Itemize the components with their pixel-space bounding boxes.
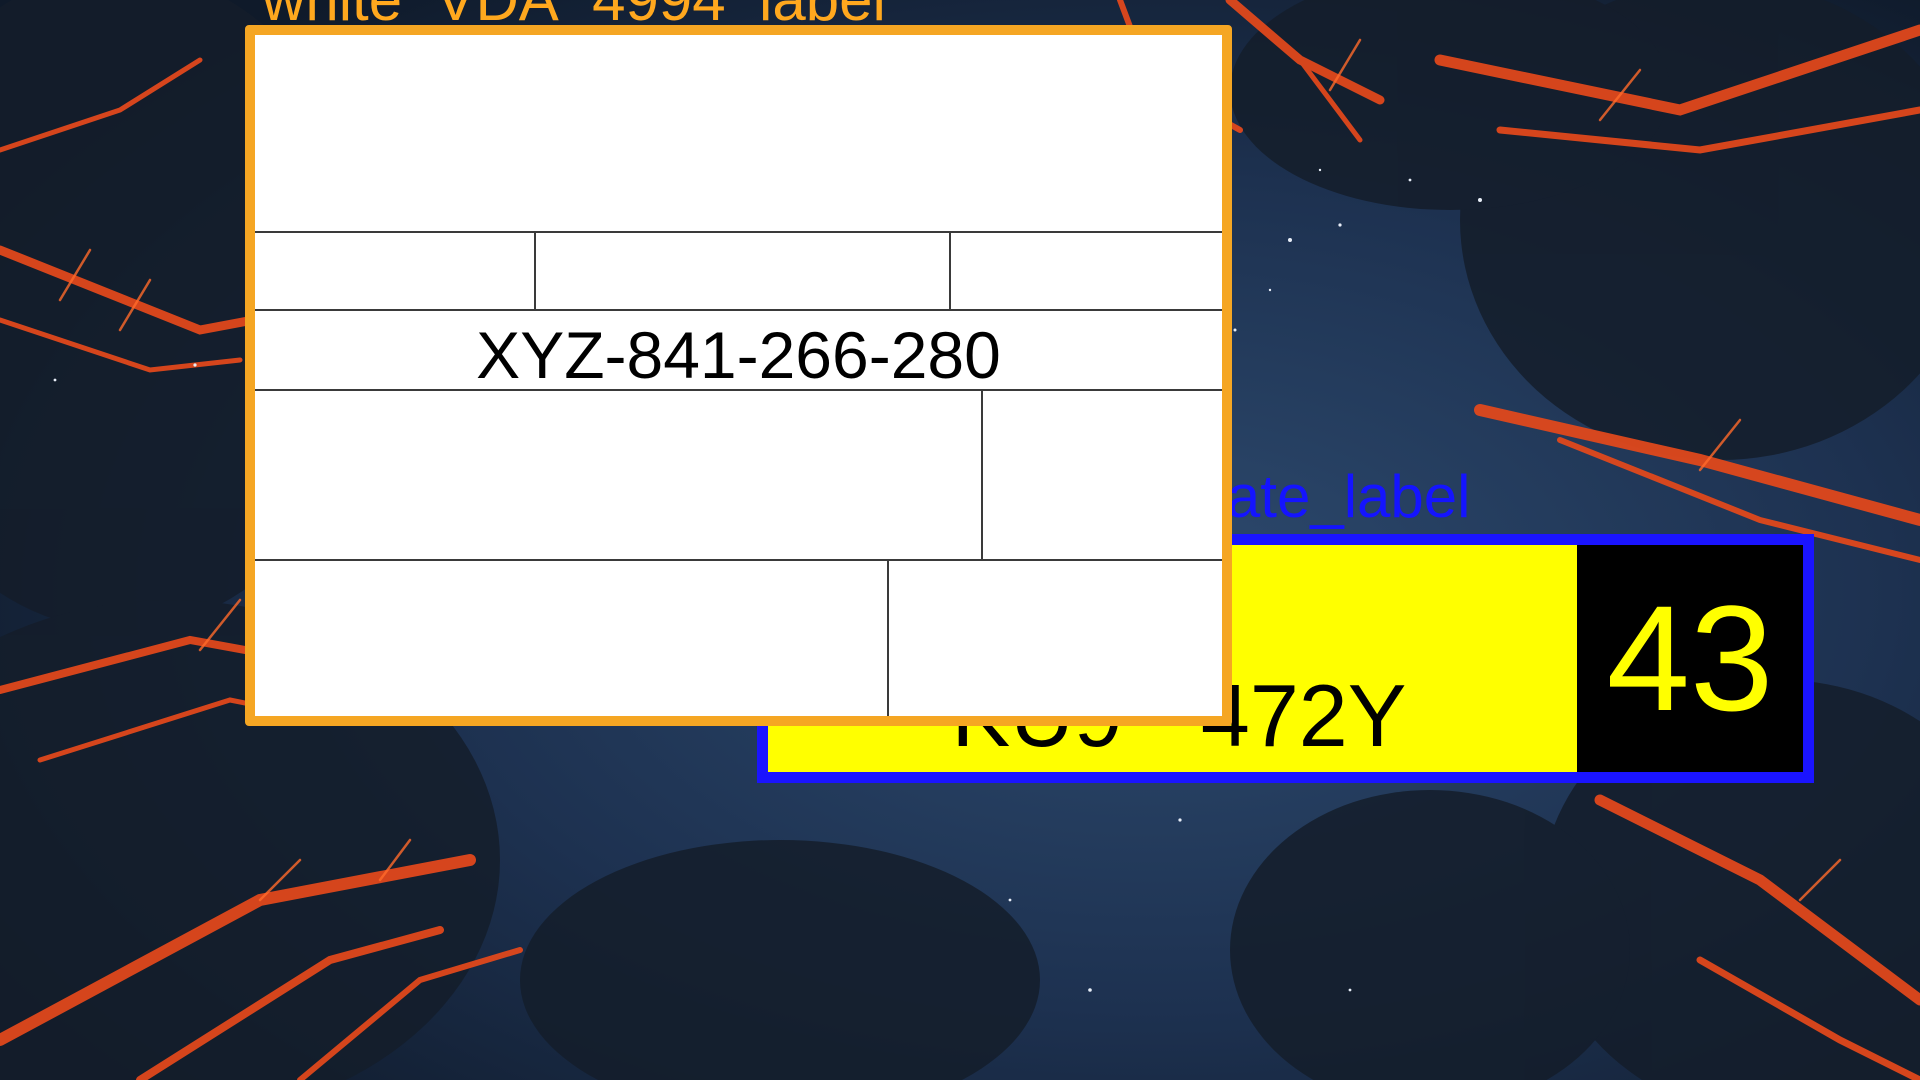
label-divider [949, 231, 951, 309]
label-divider [534, 231, 536, 309]
label-divider [981, 389, 983, 559]
label-code: XYZ-841-266-280 [476, 318, 1001, 392]
label-divider [255, 231, 1222, 233]
label-divider [255, 559, 1222, 561]
white-vda-label: XYZ-841-266-280 [245, 25, 1232, 726]
plate-number: 43 [1577, 545, 1803, 772]
label-divider [255, 309, 1222, 311]
label-divider [887, 559, 889, 716]
